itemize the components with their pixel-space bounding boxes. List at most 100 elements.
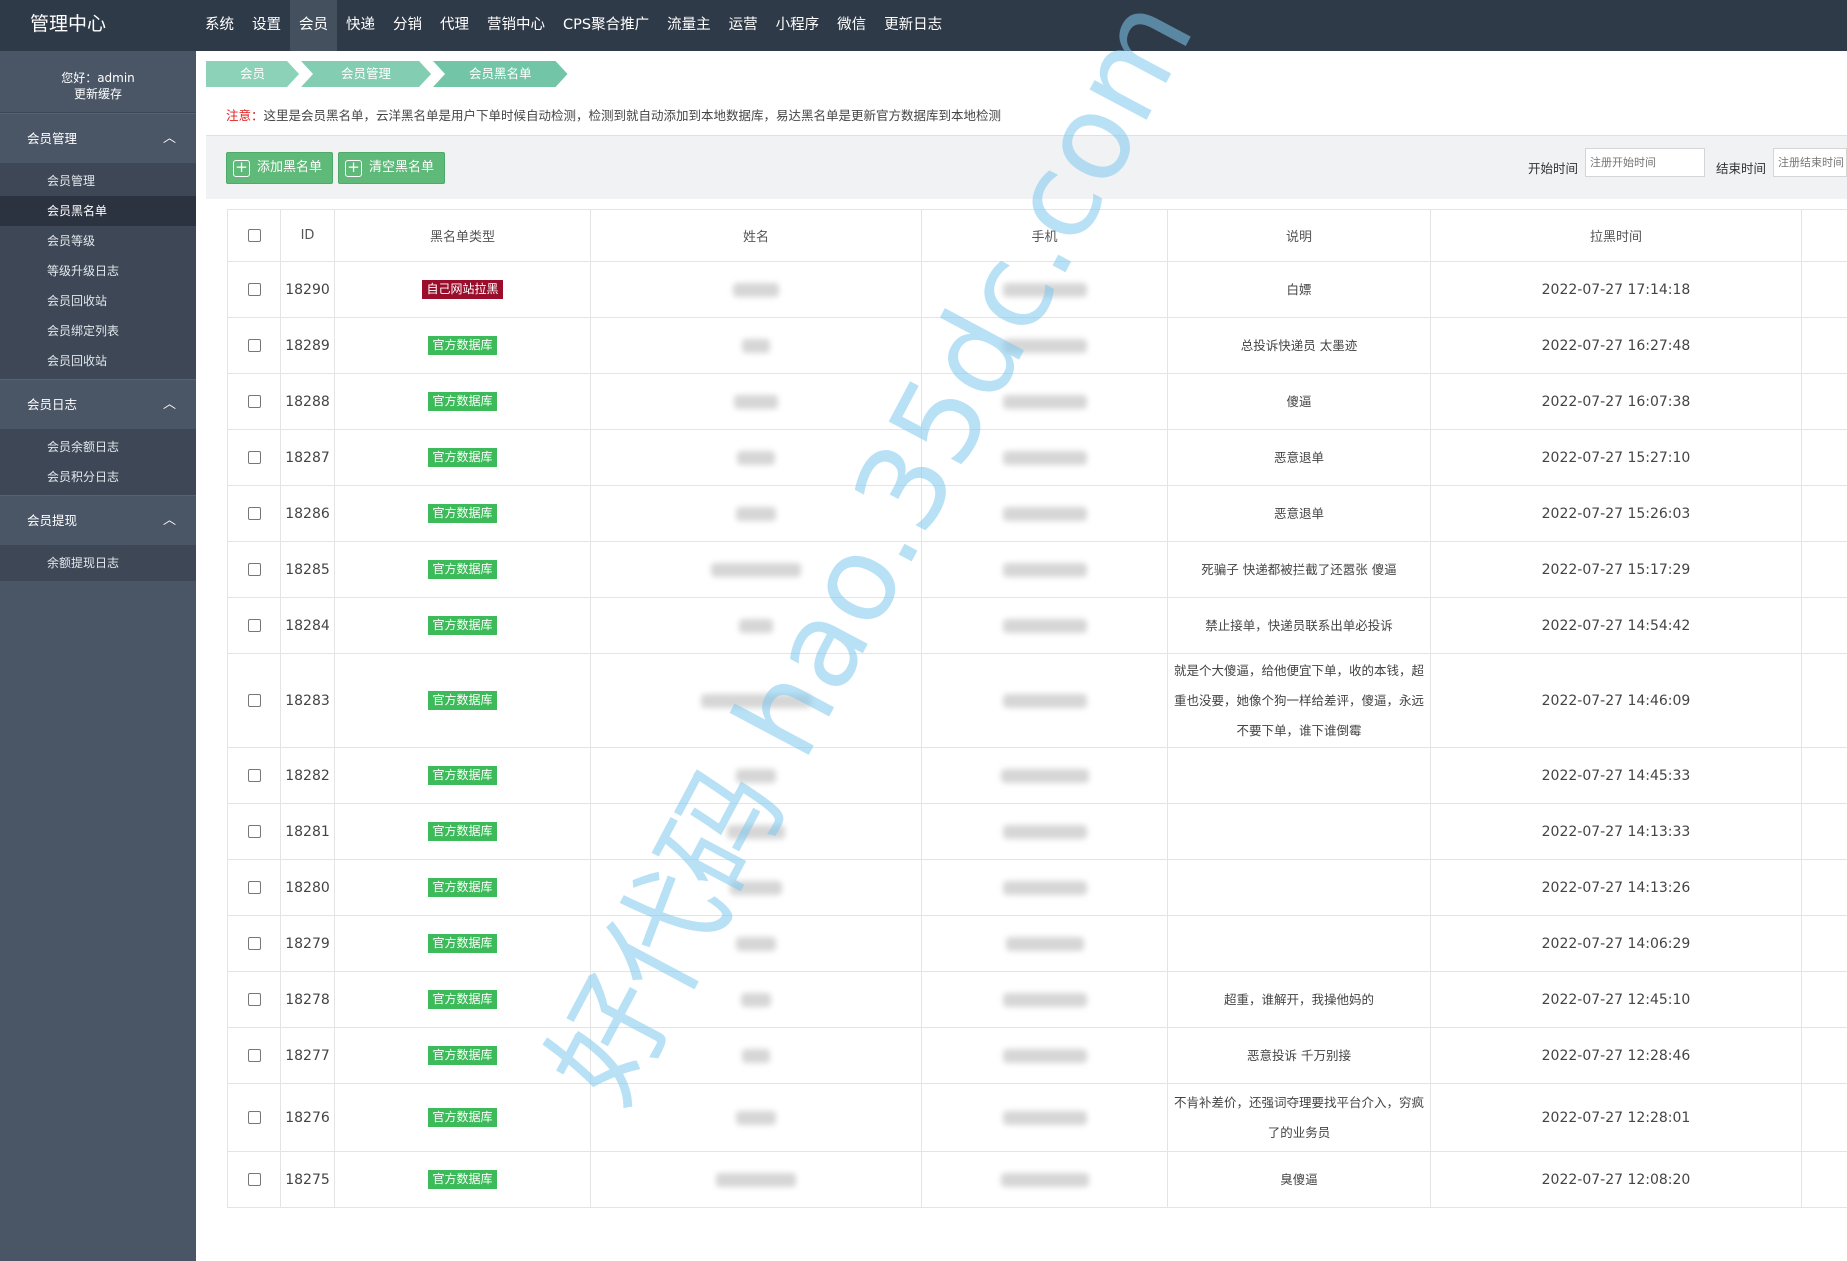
row-checkbox[interactable]	[247, 825, 261, 838]
nav-item[interactable]: 营销中心	[478, 0, 554, 51]
row-select-cell[interactable]	[227, 971, 281, 1028]
table-row: 18279 官方数据库 2022-07-27 14:06:29	[227, 915, 1847, 972]
row-checkbox[interactable]	[247, 937, 261, 950]
row-checkbox[interactable]	[247, 1173, 261, 1186]
header-extra	[1801, 209, 1847, 262]
breadcrumb-item[interactable]: 会员管理	[301, 61, 431, 87]
nav-item[interactable]: 分销	[384, 0, 431, 51]
row-checkbox[interactable]	[247, 1049, 261, 1062]
row-select-cell[interactable]	[227, 1151, 281, 1208]
sidebar-item[interactable]: 会员回收站	[0, 346, 196, 376]
row-checkbox[interactable]	[247, 451, 261, 464]
row-checkbox[interactable]	[247, 694, 261, 707]
row-checkbox[interactable]	[247, 563, 261, 576]
row-time: 2022-07-27 16:07:38	[1430, 373, 1802, 430]
row-type-cell: 官方数据库	[334, 597, 591, 654]
nav-item[interactable]: 更新日志	[875, 0, 951, 51]
row-id: 18287	[280, 429, 335, 486]
row-checkbox[interactable]	[247, 769, 261, 782]
redacted-name	[711, 562, 801, 577]
row-select-cell[interactable]	[227, 261, 281, 318]
row-id: 18290	[280, 261, 335, 318]
sidebar-item[interactable]: 等级升级日志	[0, 256, 196, 286]
sidebar-item[interactable]: 会员黑名单	[0, 196, 196, 226]
row-select-cell[interactable]	[227, 915, 281, 972]
chevron-up-icon: ︿	[162, 131, 176, 146]
sidebar-item[interactable]: 会员绑定列表	[0, 316, 196, 346]
breadcrumb-item[interactable]: 会员黑名单	[433, 61, 568, 87]
add-blacklist-button[interactable]: + 添加黑名单	[226, 152, 334, 184]
nav-item[interactable]: 小程序	[767, 0, 829, 51]
start-time-label: 开始时间	[1528, 161, 1579, 176]
nav-item[interactable]: CPS聚合推广	[554, 0, 658, 51]
sidebar-item[interactable]: 会员等级	[0, 226, 196, 256]
row-select-cell[interactable]	[227, 1027, 281, 1084]
row-select-cell[interactable]	[227, 859, 281, 916]
sidebar-group-head[interactable]: 会员日志 ︿	[0, 379, 196, 429]
row-checkbox[interactable]	[247, 619, 261, 632]
header-select-all[interactable]	[227, 209, 281, 262]
row-select-cell[interactable]	[227, 803, 281, 860]
sidebar-item[interactable]: 会员积分日志	[0, 462, 196, 492]
type-badge: 官方数据库	[428, 336, 497, 355]
nav-item[interactable]: 设置	[243, 0, 290, 51]
end-time-input[interactable]	[1773, 148, 1847, 177]
nav-item[interactable]: 系统	[196, 0, 243, 51]
row-checkbox[interactable]	[247, 395, 261, 408]
row-checkbox[interactable]	[247, 339, 261, 352]
refresh-cache-link[interactable]: 更新缓存	[0, 86, 196, 102]
redacted-phone	[1002, 506, 1087, 521]
row-select-cell[interactable]	[227, 429, 281, 486]
row-phone-redacted	[921, 653, 1168, 748]
row-id: 18278	[280, 971, 335, 1028]
sidebar-item[interactable]: 会员余额日志	[0, 432, 196, 462]
row-type-cell: 自己网站拉黑	[334, 261, 591, 318]
sidebar-item[interactable]: 余额提现日志	[0, 548, 196, 578]
row-select-cell[interactable]	[227, 317, 281, 374]
row-type-cell: 官方数据库	[334, 1151, 591, 1208]
redacted-name	[737, 450, 775, 465]
table-row: 18275 官方数据库 臭傻逼 2022-07-27 12:08:20	[227, 1151, 1847, 1208]
redacted-phone	[1000, 1172, 1089, 1187]
row-checkbox[interactable]	[247, 881, 261, 894]
clear-blacklist-button[interactable]: + 清空黑名单	[338, 152, 446, 184]
row-select-cell[interactable]	[227, 597, 281, 654]
row-extra	[1801, 485, 1847, 542]
nav-item[interactable]: 会员	[290, 0, 337, 51]
nav-item[interactable]: 微信	[828, 0, 875, 51]
nav-item[interactable]: 运营	[720, 0, 767, 51]
start-time-input[interactable]	[1585, 148, 1705, 177]
row-name-redacted	[590, 1151, 922, 1208]
sidebar-group-head[interactable]: 会员提现 ︿	[0, 495, 196, 545]
sidebar-group-head[interactable]: 会员管理 ︿	[0, 113, 196, 163]
header-type: 黑名单类型	[334, 209, 591, 262]
row-select-cell[interactable]	[227, 541, 281, 598]
row-checkbox[interactable]	[247, 283, 261, 296]
row-extra	[1801, 317, 1847, 374]
breadcrumb-item[interactable]: 会员	[206, 61, 299, 87]
row-phone-redacted	[921, 1151, 1168, 1208]
sidebar-sub-list: 会员管理 会员黑名单 会员等级 等级升级日志 会员回收站 会员绑定列表 会员回收站	[0, 163, 196, 379]
notice-label: 注意：	[226, 108, 264, 123]
row-select-cell[interactable]	[227, 373, 281, 430]
row-select-cell[interactable]	[227, 653, 281, 748]
nav-item[interactable]: 代理	[431, 0, 478, 51]
row-checkbox[interactable]	[247, 507, 261, 520]
row-type-cell: 官方数据库	[334, 653, 591, 748]
sidebar-group-label: 会员管理	[27, 131, 78, 146]
type-badge: 官方数据库	[428, 878, 497, 897]
row-select-cell[interactable]	[227, 747, 281, 804]
select-all-checkbox[interactable]	[247, 229, 261, 242]
row-checkbox[interactable]	[247, 993, 261, 1006]
type-badge: 官方数据库	[428, 504, 497, 523]
nav-item[interactable]: 流量主	[658, 0, 720, 51]
row-extra	[1801, 261, 1847, 318]
nav-item[interactable]: 快递	[337, 0, 384, 51]
row-select-cell[interactable]	[227, 485, 281, 542]
row-checkbox[interactable]	[247, 1111, 261, 1124]
sidebar-item[interactable]: 会员回收站	[0, 286, 196, 316]
row-time: 2022-07-27 12:28:01	[1430, 1083, 1802, 1152]
row-select-cell[interactable]	[227, 1083, 281, 1152]
row-name-redacted	[590, 653, 922, 748]
sidebar-item[interactable]: 会员管理	[0, 166, 196, 196]
